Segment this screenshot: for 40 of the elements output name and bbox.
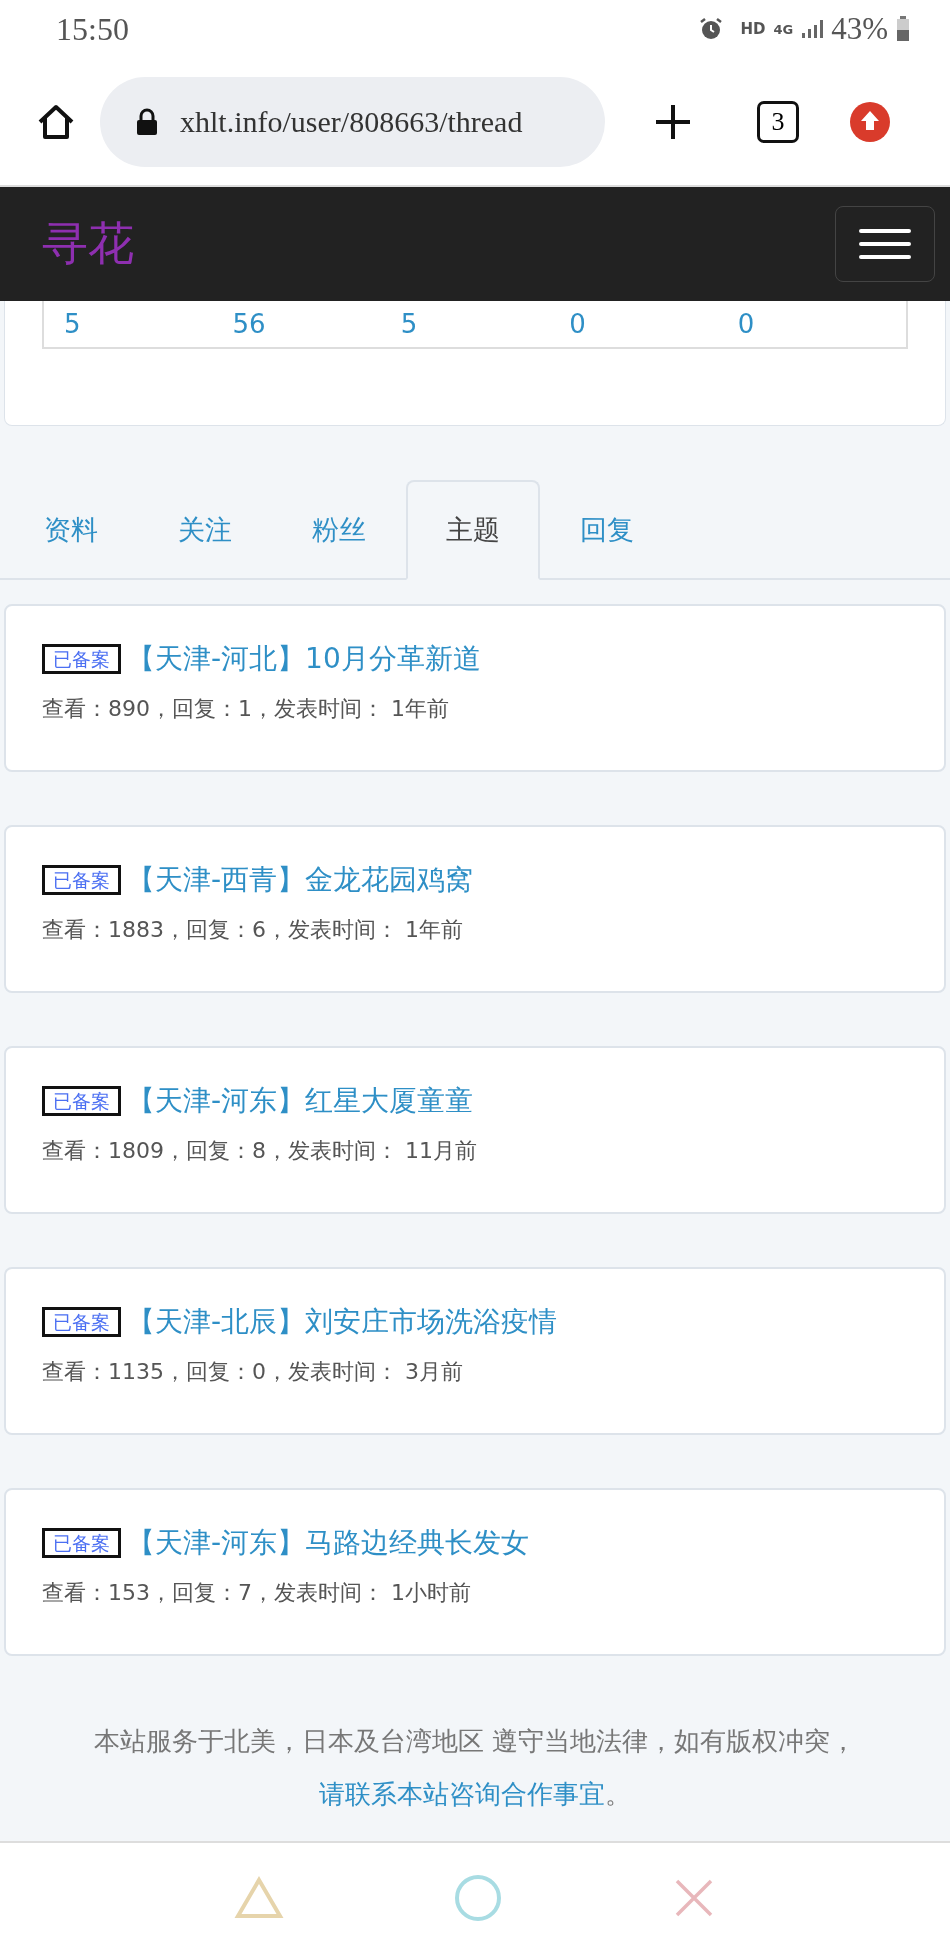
thread-meta: 查看：890，回复：1，发表时间： 1年前	[42, 695, 450, 723]
tab[interactable]: 回复	[540, 480, 674, 580]
tab[interactable]: 关注	[138, 480, 272, 580]
tab[interactable]: 粉丝	[272, 480, 406, 580]
address-bar[interactable]: xhlt.info/user/808663/thread	[100, 76, 605, 167]
thread-title-link[interactable]: 【天津-西青】金龙花园鸡窝	[127, 861, 474, 899]
tab[interactable]: 主题	[406, 480, 540, 580]
stat-value[interactable]: 5	[64, 309, 233, 339]
thread-title-link[interactable]: 【天津-河东】红星大厦童童	[127, 1082, 474, 1120]
site-logo[interactable]: 寻花	[42, 213, 134, 275]
battery-icon	[896, 16, 910, 42]
verified-badge: 已备案	[42, 865, 121, 895]
tab-count-button[interactable]: 3	[757, 100, 799, 143]
lock-icon	[136, 107, 158, 136]
thread-title-link[interactable]: 【天津-北辰】刘安庄市场洗浴疫情	[127, 1303, 558, 1341]
contact-link[interactable]: 请联系本站咨询合作事宜	[319, 1779, 605, 1809]
thread-meta: 查看：1135，回复：0，发表时间： 3月前	[42, 1358, 464, 1386]
stat-value[interactable]: 56	[232, 309, 401, 339]
stat-value[interactable]: 0	[737, 309, 907, 339]
battery-percent: 43%	[831, 11, 888, 47]
menu-button[interactable]	[835, 206, 935, 282]
network-type: 4G	[773, 21, 794, 37]
stat-value[interactable]: 0	[569, 309, 738, 339]
thread-meta: 查看：153，回复：7，发表时间： 1小时前	[42, 1579, 472, 1607]
thread-title-link[interactable]: 【天津-河北】10月分革新道	[127, 640, 481, 678]
verified-badge: 已备案	[42, 1528, 121, 1558]
verified-badge: 已备案	[42, 1086, 121, 1116]
signal-icon	[801, 19, 824, 39]
thread-title-link[interactable]: 【天津-河东】马路边经典长发女	[127, 1524, 530, 1562]
tab[interactable]: 资料	[4, 480, 138, 580]
menu-icon	[859, 228, 911, 260]
verified-badge: 已备案	[42, 1307, 121, 1337]
thread-meta: 查看：1883，回复：6，发表时间： 1年前	[42, 916, 464, 944]
verified-badge: 已备案	[42, 644, 121, 674]
stat-value[interactable]: 5	[400, 309, 570, 339]
network-label: HD	[740, 20, 766, 38]
upload-icon[interactable]	[849, 100, 891, 143]
status-time: 15:50	[56, 10, 129, 48]
thread-meta: 查看：1809，回复：8，发表时间： 11月前	[42, 1137, 478, 1165]
footer-notice: 本站服务于北美，日本及台湾地区 遵守当地法律，如有版权冲突， 请联系本站咨询合作事宜。	[92, 1725, 858, 1811]
